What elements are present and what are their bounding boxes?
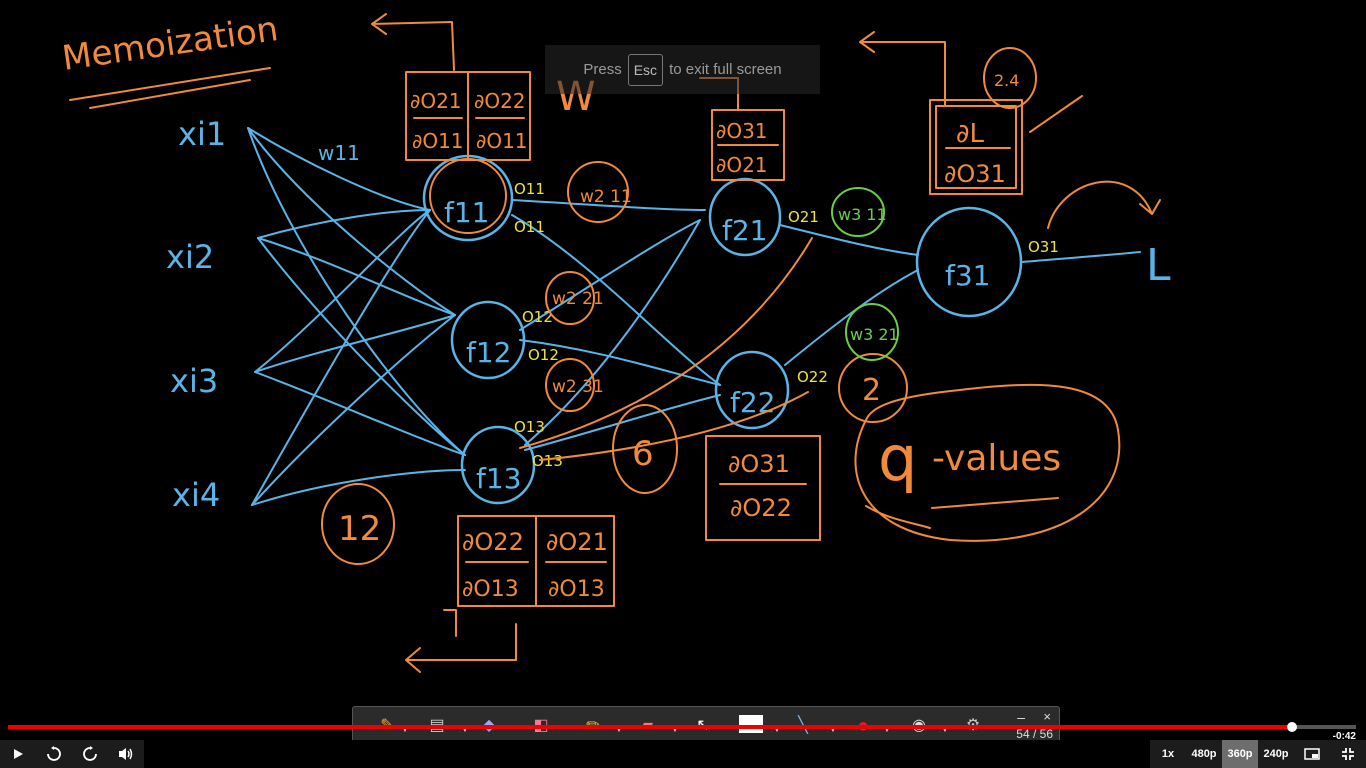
- heading-text: Memoization: [60, 9, 281, 79]
- values-label: -values: [932, 438, 1061, 479]
- input-xi2: xi2: [166, 238, 214, 276]
- play-icon[interactable]: [4, 740, 32, 768]
- page-count: 54 / 56: [1016, 727, 1053, 741]
- whiteboard-drawing: Memoization xi1 xi2 xi3 xi4 w11 f11 f12 …: [60, 9, 1171, 673]
- output-o13-a: O13: [514, 418, 545, 436]
- neuron-f31: f31: [945, 259, 991, 292]
- partial-mb-den: ∂O22: [730, 494, 792, 522]
- input-xi4: xi4: [172, 476, 220, 514]
- weight-w2-31: w2 31: [552, 377, 604, 397]
- partial-tl-den2: ∂O11: [476, 129, 528, 153]
- partial-mb-num: ∂O31: [728, 450, 790, 478]
- weight-w2-11: w2 11: [580, 187, 632, 207]
- partial-r-den: ∂O31: [944, 160, 1006, 188]
- count-2-4: 2.4: [994, 71, 1019, 90]
- quality-240p-button[interactable]: 240p: [1258, 740, 1294, 768]
- weight-w11: w11: [318, 141, 360, 165]
- whiteboard-canvas: Memoization xi1 xi2 xi3 xi4 w11 f11 f12 …: [0, 0, 1366, 740]
- output-o13-b: O13: [532, 452, 563, 470]
- loss-symbol: L: [1146, 240, 1171, 291]
- input-xi3: xi3: [170, 362, 218, 400]
- partial-b-den1: ∂O13: [462, 577, 519, 602]
- partial-tl-den1: ∂O11: [412, 129, 464, 153]
- quality-360p-button[interactable]: 360p: [1222, 740, 1258, 768]
- count-12: 12: [338, 509, 381, 549]
- minimize-toolbar-button[interactable]: –: [1017, 709, 1025, 725]
- partial-b-num1: ∂O22: [462, 528, 524, 556]
- partial-tl-num2: ∂O22: [474, 89, 526, 113]
- partial-mt-den: ∂O21: [716, 153, 768, 177]
- partial-tl-num1: ∂O21: [410, 89, 462, 113]
- neuron-f13: f13: [476, 462, 522, 495]
- partial-b-num2: ∂O21: [546, 528, 608, 556]
- weight-w3-21: w3 21: [850, 325, 899, 344]
- output-o21: O21: [788, 208, 819, 226]
- fullscreen-hint-press: Press: [583, 61, 622, 78]
- weight-w3-11: w3 11: [838, 205, 887, 224]
- output-o11-b: O11: [514, 218, 545, 236]
- close-toolbar-button[interactable]: ×: [1043, 709, 1051, 724]
- neuron-f12: f12: [466, 336, 512, 369]
- player-control-bar: 1x 480p 360p 240p: [0, 740, 1366, 768]
- forward-10-icon[interactable]: [76, 740, 104, 768]
- weight-w2-21: w2 21: [552, 289, 604, 309]
- q-label: q: [878, 422, 917, 495]
- fullscreen-hint: Press Esc to exit full screen: [545, 45, 820, 94]
- output-o22: O22: [797, 368, 828, 386]
- output-o31: O31: [1028, 238, 1059, 256]
- output-o12-b: O12: [528, 346, 559, 364]
- fullscreen-hint-exit: to exit full screen: [669, 61, 782, 78]
- partial-r-num: ∂L: [956, 119, 984, 149]
- partial-b-den2: ∂O13: [548, 577, 605, 602]
- progress-thumb[interactable]: [1286, 722, 1297, 732]
- rewind-10-icon[interactable]: [40, 740, 68, 768]
- partial-mt-num: ∂O31: [716, 119, 768, 143]
- neuron-f22: f22: [730, 386, 776, 419]
- volume-icon[interactable]: [112, 740, 140, 768]
- input-xi1: xi1: [178, 115, 226, 153]
- quality-480p-button[interactable]: 480p: [1186, 740, 1222, 768]
- neuron-f21: f21: [722, 214, 768, 247]
- progress-bar[interactable]: [8, 722, 1356, 732]
- neuron-f11: f11: [444, 196, 490, 229]
- progress-fill: [8, 725, 1292, 729]
- whiteboard-tool-icon[interactable]: [739, 715, 763, 733]
- output-o11-a: O11: [514, 180, 545, 198]
- esc-key-badge: Esc: [627, 53, 664, 86]
- exit-fullscreen-icon[interactable]: [1334, 740, 1362, 768]
- picture-in-picture-icon[interactable]: [1298, 740, 1326, 768]
- count-6: 6: [632, 434, 654, 474]
- speed-button[interactable]: 1x: [1150, 740, 1186, 768]
- count-2: 2: [862, 373, 881, 408]
